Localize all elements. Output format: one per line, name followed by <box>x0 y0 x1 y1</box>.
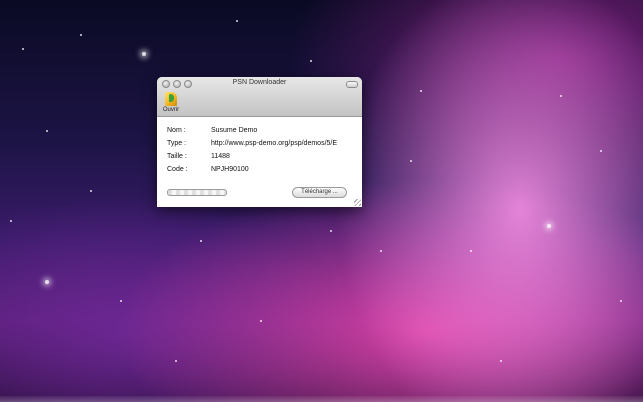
field-row-nom: Nom : Susume Demo <box>167 127 257 134</box>
toolbar-toggle-icon[interactable] <box>346 81 358 88</box>
star <box>420 90 422 92</box>
star <box>142 52 146 56</box>
star <box>500 360 502 362</box>
field-row-type: Type : http://www.psp-demo.org/psp/demos… <box>167 140 337 147</box>
open-button-label: Ouvrir <box>162 107 180 113</box>
window-title: PSN Downloader <box>232 79 287 86</box>
field-label: Type : <box>167 140 187 147</box>
star <box>310 60 312 62</box>
download-progress-bar <box>167 189 227 196</box>
star <box>200 240 202 242</box>
star <box>10 220 12 222</box>
folder-open-icon <box>165 92 177 106</box>
star <box>600 150 602 152</box>
open-button[interactable]: Ouvrir <box>162 92 180 113</box>
star <box>260 320 262 322</box>
field-label: Code : <box>167 166 188 173</box>
field-value: 11488 <box>210 153 230 160</box>
field-label: Nom : <box>167 127 186 134</box>
star <box>560 95 562 97</box>
field-row-code: Code : NPJH90100 <box>167 166 249 173</box>
field-value: Susume Demo <box>210 127 258 134</box>
resize-handle-icon[interactable] <box>354 199 361 206</box>
dock[interactable] <box>0 396 643 402</box>
star <box>46 130 48 132</box>
field-value: http://www.psp-demo.org/psp/demos/5/E <box>210 140 338 147</box>
star <box>620 300 622 302</box>
star <box>80 34 82 36</box>
star <box>120 300 122 302</box>
star <box>547 224 551 228</box>
download-button[interactable]: Télécharge ... <box>292 187 347 198</box>
field-row-taille: Taille : 11488 <box>167 153 230 160</box>
star <box>410 160 412 162</box>
window-content: Nom : Susume Demo Type : http://www.psp-… <box>157 117 362 207</box>
star <box>45 280 49 284</box>
star <box>236 20 238 22</box>
field-value: NPJH90100 <box>210 166 249 173</box>
star <box>90 190 92 192</box>
star <box>22 48 24 50</box>
star <box>380 250 382 252</box>
psn-downloader-window: PSN Downloader Ouvrir Nom : Susume Demo … <box>157 77 362 207</box>
star <box>330 230 332 232</box>
star <box>470 250 472 252</box>
star <box>175 360 177 362</box>
window-titlebar[interactable]: PSN Downloader Ouvrir <box>157 77 362 117</box>
field-label: Taille : <box>167 153 187 160</box>
